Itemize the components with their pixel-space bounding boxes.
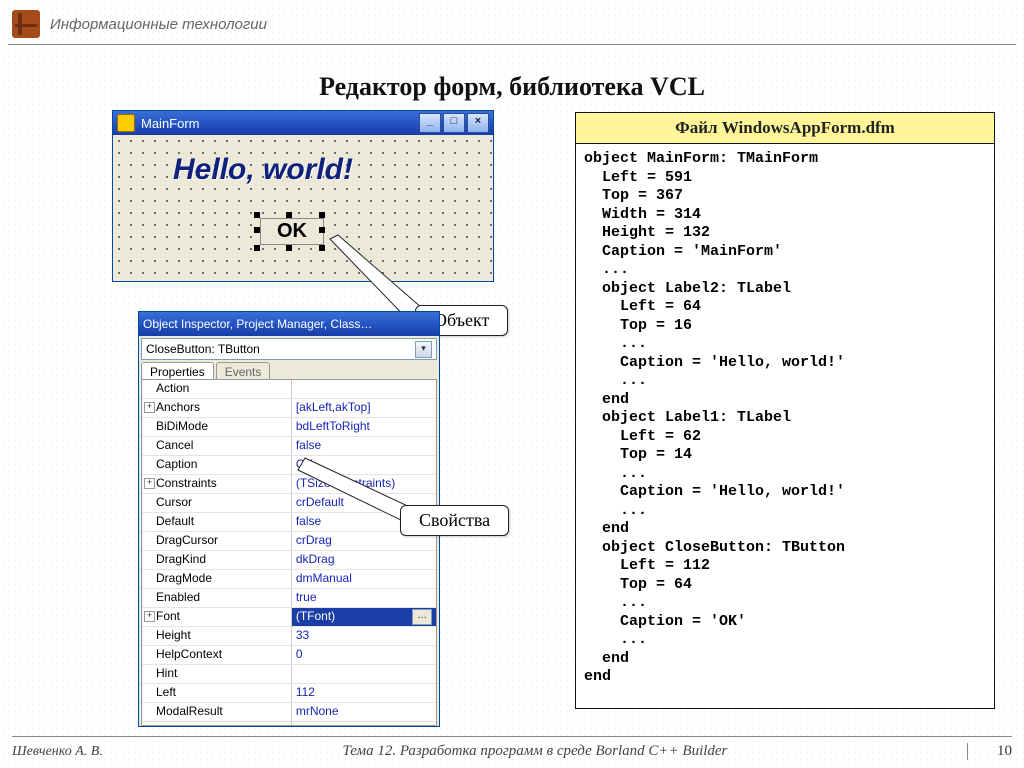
tab-events[interactable]: Events [216, 362, 271, 379]
close-button[interactable]: × [467, 113, 489, 133]
inspector-titlebar[interactable]: Object Inspector, Project Manager, Class… [139, 312, 439, 336]
page-title: Редактор форм, библиотека VCL [0, 72, 1024, 102]
footer-page: 10 [967, 743, 1012, 760]
property-row[interactable]: HelpContext0 [142, 646, 436, 665]
property-row[interactable]: Hint [142, 665, 436, 684]
component-selector-text: CloseButton: TButton [146, 342, 260, 356]
property-name: DragKind [142, 551, 292, 569]
dfm-code-title: Файл WindowsAppForm.dfm [576, 113, 994, 144]
property-name: Cancel [142, 437, 292, 455]
property-name: +Font [142, 608, 292, 626]
minimize-button[interactable]: _ [419, 113, 441, 133]
property-name: Action [142, 380, 292, 398]
expand-icon[interactable]: + [144, 402, 155, 413]
property-name: HelpContext [142, 646, 292, 664]
property-value[interactable]: [akLeft,akTop] [292, 399, 436, 417]
property-name: DragCursor [142, 532, 292, 550]
dfm-code-panel: Файл WindowsAppForm.dfm object MainForm:… [575, 112, 995, 709]
property-value[interactable]: dmManual [292, 570, 436, 588]
property-name: +Constraints [142, 475, 292, 493]
chevron-down-icon[interactable]: ▾ [415, 341, 432, 358]
maximize-button[interactable]: □ [443, 113, 465, 133]
property-row[interactable]: NameCloseButton [142, 722, 436, 726]
property-row[interactable]: DragModedmManual [142, 570, 436, 589]
property-row[interactable]: Action [142, 380, 436, 399]
dfm-code-body: object MainForm: TMainForm Left = 591 To… [576, 144, 994, 693]
property-name: Hint [142, 665, 292, 683]
property-name: Height [142, 627, 292, 645]
form-titlebar[interactable]: MainForm _ □ × [113, 111, 493, 135]
footer-topic: Тема 12. Разработка программ в среде Bor… [103, 743, 967, 760]
footer-author: Шевченко А. В. [12, 744, 103, 760]
property-value[interactable] [292, 665, 436, 683]
property-row[interactable]: DragCursorcrDrag [142, 532, 436, 551]
property-grid[interactable]: Action+Anchors[akLeft,akTop]BiDiModebdLe… [141, 379, 437, 726]
property-value[interactable]: dkDrag [292, 551, 436, 569]
property-row[interactable]: Left112 [142, 684, 436, 703]
property-row[interactable]: ModalResultmrNone [142, 703, 436, 722]
property-name: +Anchors [142, 399, 292, 417]
inspector-tabs: Properties Events [141, 362, 437, 379]
header: Информационные технологии [12, 10, 267, 38]
building-icon [12, 10, 40, 38]
property-name: Default [142, 513, 292, 531]
callout-properties: Свойства [400, 505, 509, 536]
tab-properties[interactable]: Properties [141, 362, 214, 379]
property-name: Enabled [142, 589, 292, 607]
form-title: MainForm [141, 116, 200, 131]
property-row[interactable]: Enabledtrue [142, 589, 436, 608]
breadcrumb: Информационные технологии [50, 16, 267, 33]
ellipsis-button[interactable]: … [412, 609, 432, 625]
property-value[interactable]: 33 [292, 627, 436, 645]
hello-label[interactable]: Hello, world! [173, 153, 353, 187]
property-value[interactable]: CloseButton [292, 722, 436, 726]
component-selector[interactable]: CloseButton: TButton ▾ [141, 338, 437, 360]
property-value[interactable]: (TFont)… [292, 608, 436, 626]
inspector-title: Object Inspector, Project Manager, Class… [143, 317, 372, 331]
property-row[interactable]: +Anchors[akLeft,akTop] [142, 399, 436, 418]
footer: Шевченко А. В. Тема 12. Разработка прогр… [12, 736, 1012, 760]
property-name: ModalResult [142, 703, 292, 721]
property-row[interactable]: +Font(TFont)… [142, 608, 436, 627]
property-name: Name [142, 722, 292, 726]
expand-icon[interactable]: + [144, 478, 155, 489]
property-name: DragMode [142, 570, 292, 588]
property-name: Cursor [142, 494, 292, 512]
property-name: Left [142, 684, 292, 702]
property-row[interactable]: DragKinddkDrag [142, 551, 436, 570]
header-rule [8, 44, 1016, 45]
property-value[interactable]: 0 [292, 646, 436, 664]
property-value[interactable]: bdLeftToRight [292, 418, 436, 436]
property-row[interactable]: Height33 [142, 627, 436, 646]
property-value[interactable] [292, 380, 436, 398]
property-value[interactable]: mrNone [292, 703, 436, 721]
property-row[interactable]: BiDiModebdLeftToRight [142, 418, 436, 437]
expand-icon[interactable]: + [144, 611, 155, 622]
app-icon [117, 114, 135, 132]
property-value[interactable]: 112 [292, 684, 436, 702]
property-name: BiDiMode [142, 418, 292, 436]
property-name: Caption [142, 456, 292, 474]
property-value[interactable]: true [292, 589, 436, 607]
